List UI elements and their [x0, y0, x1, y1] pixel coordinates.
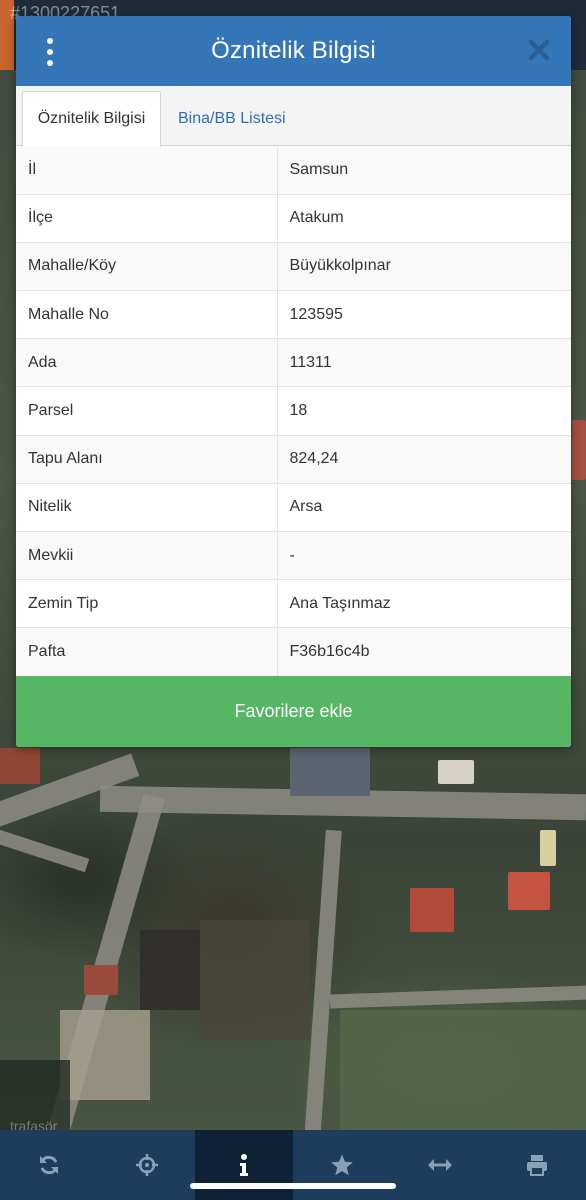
map-road — [329, 985, 586, 1009]
map-building — [540, 830, 556, 866]
map-road — [0, 821, 90, 873]
refresh-icon — [39, 1155, 58, 1175]
map-field — [140, 930, 200, 1010]
attribute-key: Mahalle/Köy — [16, 242, 278, 292]
attribute-info-dialog: Öznitelik Bilgisi Öznitelik Bilgisi Bina… — [16, 16, 571, 747]
map-building — [438, 760, 474, 784]
attribute-key: Nitelik — [16, 483, 278, 533]
tab-attribute-info[interactable]: Öznitelik Bilgisi — [22, 91, 161, 147]
map-building — [508, 872, 550, 910]
attribute-key: Parsel — [16, 386, 278, 436]
print-button[interactable] — [488, 1130, 586, 1200]
map-building — [572, 420, 586, 480]
table-row: Mahalle/Köy Büyükkolpınar — [16, 242, 571, 292]
home-indicator — [190, 1183, 396, 1189]
attribute-value: Atakum — [277, 194, 571, 243]
info-icon — [240, 1154, 249, 1176]
table-row: Parsel 18 — [16, 386, 571, 436]
map-building — [410, 888, 454, 932]
table-row: İlçe Atakum — [16, 194, 571, 243]
attribute-key: İlçe — [16, 194, 278, 243]
measure-button[interactable] — [391, 1130, 489, 1200]
map-building — [0, 748, 40, 784]
attribute-value: 11311 — [277, 338, 571, 388]
kebab-dot-icon — [47, 60, 53, 66]
dialog-title: Öznitelik Bilgisi — [211, 37, 376, 64]
add-to-favorites-button[interactable]: Favorilere ekle — [16, 676, 571, 747]
attribute-key: Mahalle No — [16, 290, 278, 340]
table-row: Ada 11311 — [16, 338, 571, 388]
table-row: Pafta F36b16c4b — [16, 627, 571, 677]
info-button[interactable] — [195, 1130, 294, 1200]
table-row: Tapu Alanı 824,24 — [16, 435, 571, 484]
locate-crosshair-icon — [135, 1154, 158, 1176]
more-menu-button[interactable] — [40, 38, 60, 66]
attribute-value: Ana Taşınmaz — [277, 579, 571, 629]
table-row: Mahalle No 123595 — [16, 290, 571, 340]
attribute-key: Pafta — [16, 627, 278, 677]
dialog-tabs: Öznitelik Bilgisi Bina/BB Listesi — [16, 86, 571, 147]
attribute-value: F36b16c4b — [277, 627, 571, 677]
bottom-toolbar — [0, 1130, 586, 1200]
map-field — [60, 1010, 150, 1100]
attribute-value: 824,24 — [277, 435, 571, 484]
table-row: İl Samsun — [16, 146, 571, 195]
attribute-key: Mevkii — [16, 531, 278, 581]
attribute-value: - — [277, 531, 571, 581]
measure-arrows-icon — [427, 1159, 452, 1171]
attribute-value: 123595 — [277, 290, 571, 340]
attribute-key: İl — [16, 146, 278, 195]
attribute-value: 18 — [277, 386, 571, 436]
attribute-key: Tapu Alanı — [16, 435, 278, 484]
attribute-value: Arsa — [277, 483, 571, 533]
kebab-dot-icon — [47, 38, 53, 44]
attribute-key: Zemin Tip — [16, 579, 278, 629]
close-icon — [528, 39, 550, 61]
table-row: Mevkii - — [16, 531, 571, 581]
attribute-key: Ada — [16, 338, 278, 388]
map-field — [340, 1010, 586, 1130]
attribute-value: Samsun — [277, 146, 571, 195]
kebab-dot-icon — [47, 49, 53, 55]
star-icon — [331, 1154, 353, 1176]
tab-building-list[interactable]: Bina/BB Listesi — [164, 91, 300, 147]
print-icon — [527, 1155, 548, 1176]
table-row: Nitelik Arsa — [16, 483, 571, 533]
map-building — [290, 748, 370, 796]
favorites-button[interactable] — [293, 1130, 391, 1200]
locate-button[interactable] — [98, 1130, 196, 1200]
refresh-button[interactable] — [0, 1130, 98, 1200]
attribute-value: Büyükkolpınar — [277, 242, 571, 292]
map-building — [84, 965, 118, 995]
table-row: Zemin Tip Ana Taşınmaz — [16, 579, 571, 629]
attribute-table: İl Samsun İlçe Atakum Mahalle/Köy Büyükk… — [16, 146, 571, 677]
close-button[interactable] — [525, 36, 553, 64]
map-field — [200, 920, 310, 1040]
dialog-header: Öznitelik Bilgisi — [16, 16, 571, 86]
